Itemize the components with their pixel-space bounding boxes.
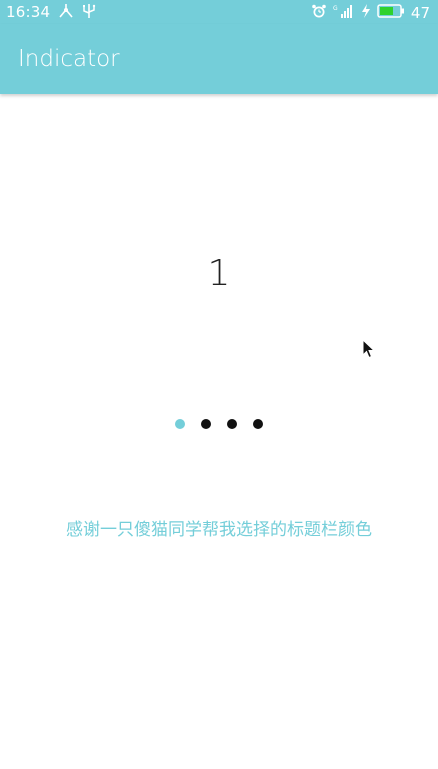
indicator-dot-4[interactable] <box>253 419 263 429</box>
indicator-dot-3[interactable] <box>227 419 237 429</box>
usb-icon <box>82 3 96 23</box>
svg-text:G: G <box>333 5 338 12</box>
usb-share-icon <box>58 3 74 23</box>
mouse-cursor-icon <box>362 338 376 363</box>
charging-icon <box>361 3 371 23</box>
status-bar: 16:34 G 47 <box>0 0 438 24</box>
status-right-icons: G 47 <box>311 3 430 23</box>
app-title: Indicator <box>18 46 120 72</box>
battery-level: 47 <box>410 4 430 22</box>
page-number: 1 <box>207 253 231 294</box>
alarm-icon <box>311 3 327 23</box>
page-indicator[interactable] <box>175 419 263 429</box>
status-left-icons <box>58 3 96 23</box>
thanks-text: 感谢一只傻猫同学帮我选择的标题栏颜色 <box>66 520 372 540</box>
battery-icon <box>377 3 405 23</box>
indicator-dot-1[interactable] <box>175 419 185 429</box>
signal-icon: G <box>333 3 355 23</box>
status-time: 16:34 <box>6 3 51 21</box>
indicator-dot-2[interactable] <box>201 419 211 429</box>
app-bar: Indicator <box>0 24 438 94</box>
